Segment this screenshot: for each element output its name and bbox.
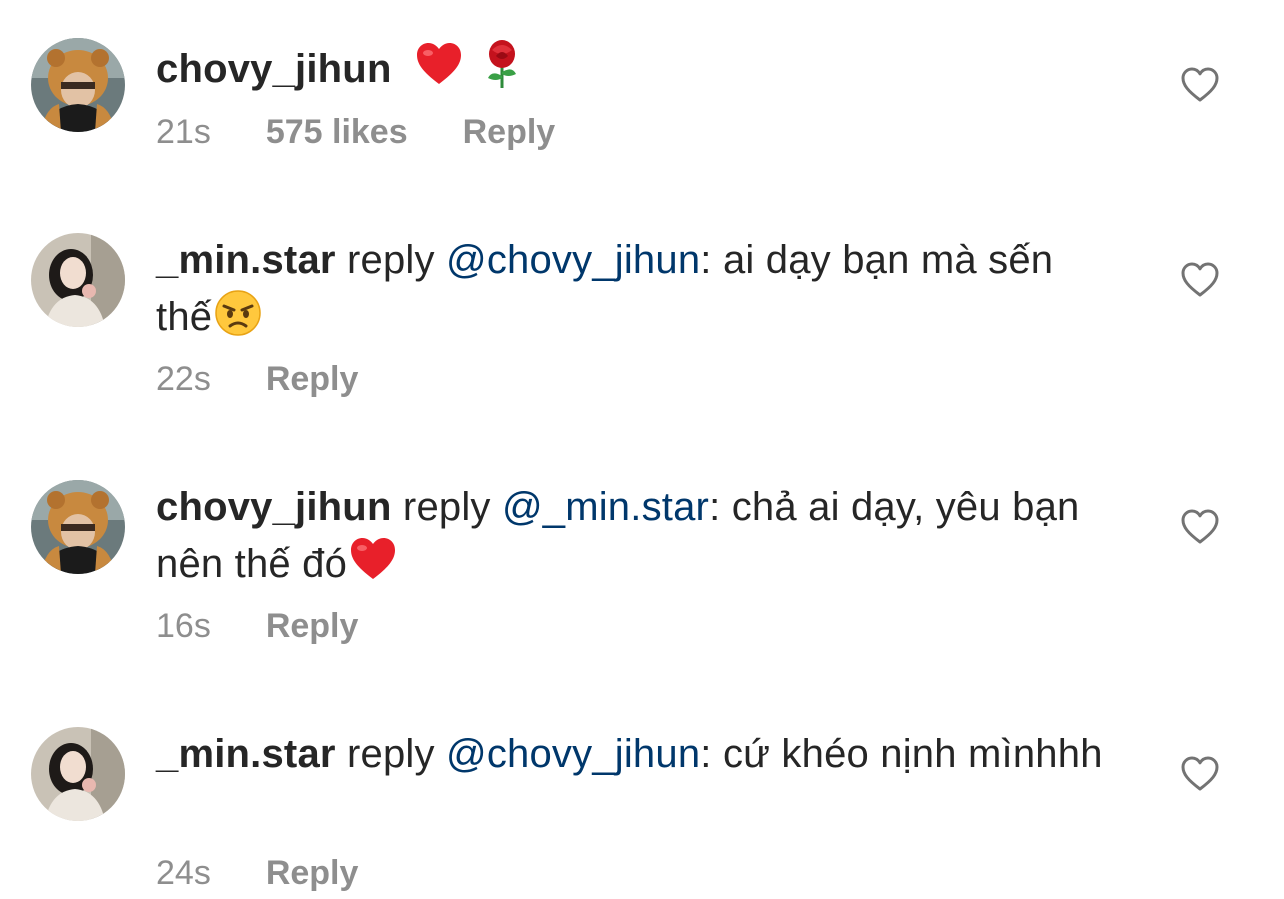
- likes-count[interactable]: 575 likes: [266, 112, 408, 152]
- reply-verb: reply: [402, 485, 491, 529]
- avatar-image: [31, 38, 125, 132]
- mention-separator: :: [709, 485, 721, 529]
- reply-button[interactable]: Reply: [266, 359, 359, 399]
- comment-username[interactable]: _min.star: [156, 732, 336, 776]
- avatar-image: [31, 727, 125, 821]
- reply-verb: reply: [346, 732, 435, 776]
- rose-emoji: [476, 38, 528, 90]
- red-heart-emoji: [413, 38, 465, 90]
- comment-meta: 21s 575 likes Reply: [156, 112, 610, 152]
- comment-username[interactable]: _min.star: [156, 238, 336, 282]
- reply-button[interactable]: Reply: [266, 606, 359, 646]
- comment-timestamp: 16s: [156, 607, 211, 645]
- comment-meta: 24s Reply: [156, 853, 413, 893]
- comment-timestamp: 24s: [156, 854, 211, 892]
- like-heart-icon[interactable]: [1180, 260, 1220, 300]
- comment-meta: 16s Reply: [156, 606, 413, 646]
- like-heart-icon[interactable]: [1180, 754, 1220, 794]
- comment-body: chovy_jihun reply @_min.star: chả ai dạy…: [156, 481, 1106, 590]
- avatar[interactable]: [31, 727, 125, 821]
- angry-face-emoji: [212, 286, 264, 338]
- like-heart-icon[interactable]: [1180, 65, 1220, 105]
- mention-link[interactable]: @_min.star: [502, 485, 709, 529]
- avatar[interactable]: [31, 233, 125, 327]
- comment-username[interactable]: chovy_jihun: [156, 485, 392, 529]
- red-heart-emoji: [347, 533, 399, 585]
- mention-separator: :: [700, 238, 712, 282]
- avatar-image: [31, 480, 125, 574]
- comment-body: _min.star reply @chovy_jihun: cứ khéo nị…: [156, 728, 1106, 780]
- comment-timestamp: 21s: [156, 113, 211, 151]
- mention-link[interactable]: @chovy_jihun: [446, 238, 700, 282]
- comment-body: chovy_jihun: [156, 38, 1106, 95]
- mention-link[interactable]: @chovy_jihun: [446, 732, 700, 776]
- reply-button[interactable]: Reply: [463, 112, 556, 152]
- comment-body: _min.star reply @chovy_jihun: ai dạy bạn…: [156, 234, 1106, 343]
- reply-verb: reply: [346, 238, 435, 282]
- comment-meta: 22s Reply: [156, 359, 413, 399]
- comment-text: cứ khéo nịnh mìnhhh: [722, 732, 1103, 776]
- comment-timestamp: 22s: [156, 360, 211, 398]
- avatar[interactable]: [31, 38, 125, 132]
- reply-button[interactable]: Reply: [266, 853, 359, 893]
- mention-separator: :: [700, 732, 712, 776]
- like-heart-icon[interactable]: [1180, 507, 1220, 547]
- comment-username[interactable]: chovy_jihun: [156, 47, 392, 91]
- avatar-image: [31, 233, 125, 327]
- avatar[interactable]: [31, 480, 125, 574]
